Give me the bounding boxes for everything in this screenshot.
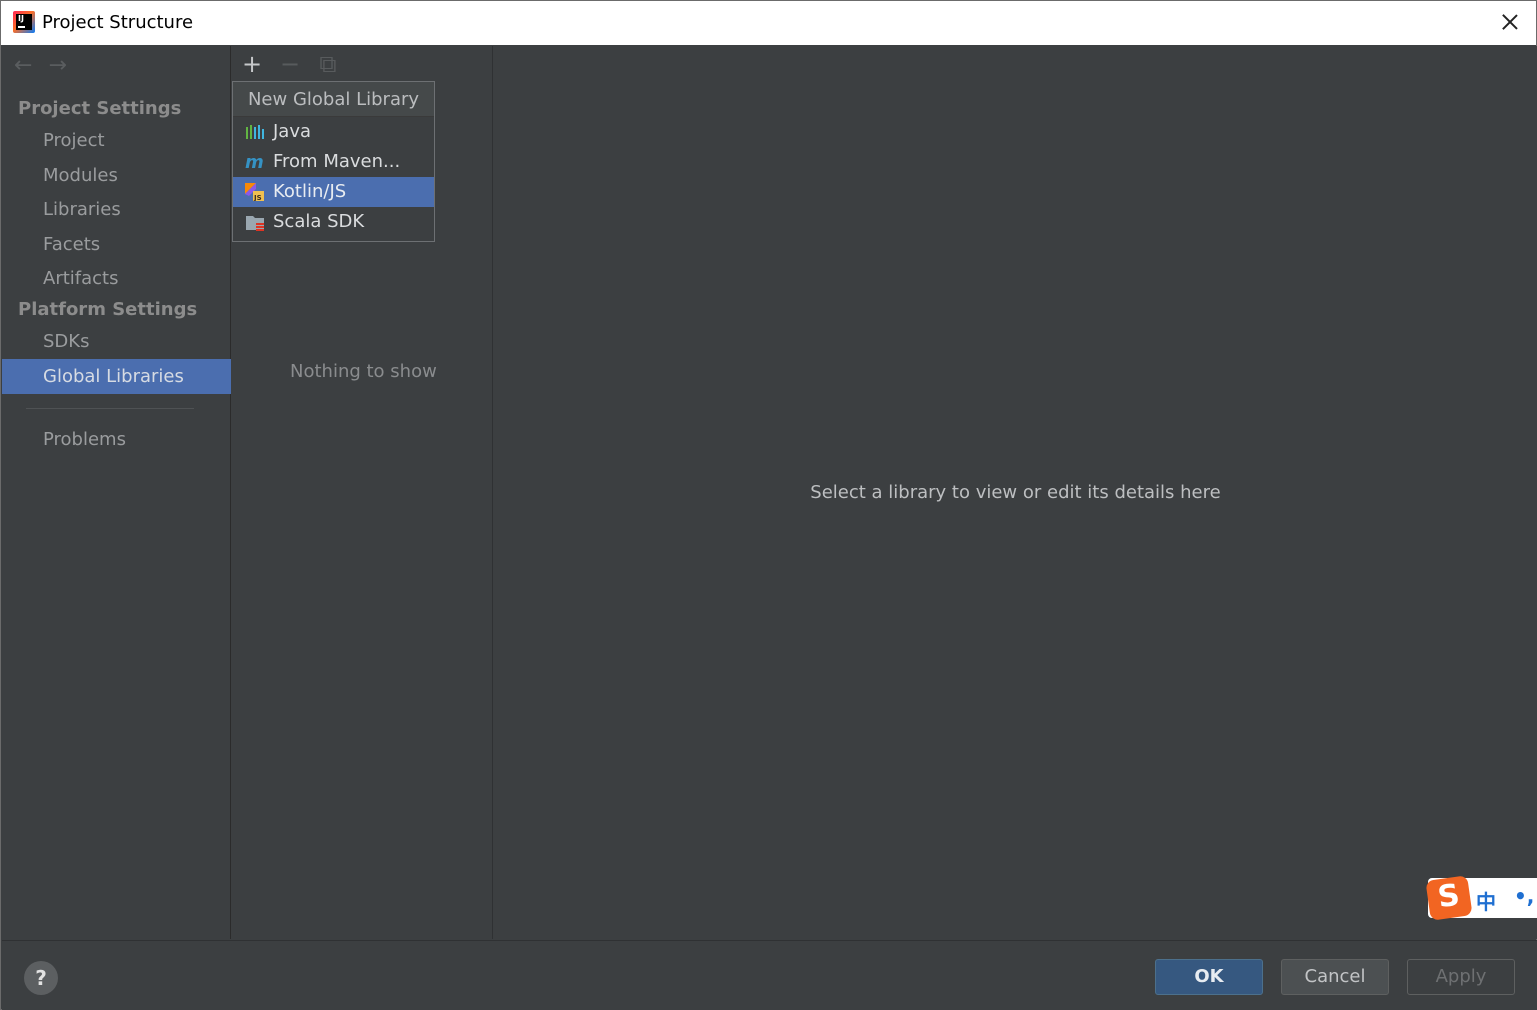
intellij-logo-icon: IJ [13,11,35,33]
project-settings-header: Project Settings [18,98,182,119]
list-toolbar: + − ⧉ [242,52,338,76]
kotlin-js-icon: JS [245,183,264,201]
sogou-logo-icon: S [1425,875,1473,921]
cancel-button[interactable]: Cancel [1281,959,1389,995]
popup-item-label: Kotlin/JS [273,181,347,202]
remove-icon[interactable]: − [280,52,300,76]
ime-mode-indicator[interactable]: 中 [1476,886,1496,915]
dialog-footer: ? OK Cancel Apply [2,940,1537,1010]
svg-text:m: m [245,153,264,171]
sidebar-item-problems[interactable]: Problems [2,422,231,457]
sidebar-item-sdks[interactable]: SDKs [2,324,231,359]
close-icon[interactable] [1498,10,1522,34]
maven-icon: m [245,153,264,171]
nav-arrows: ← → [14,54,67,78]
new-global-library-popup: New Global Library Java m From Maven... [232,81,435,242]
back-arrow-icon[interactable]: ← [14,54,32,78]
settings-sidebar: ← → Project Settings Project Modules Lib… [2,46,231,939]
sidebar-divider [26,408,194,409]
help-icon[interactable]: ? [24,961,58,995]
ime-punctuation-indicator[interactable]: •, [1514,884,1534,908]
scala-sdk-icon [246,216,264,231]
forward-arrow-icon[interactable]: → [48,54,66,78]
popup-item-java[interactable]: Java [233,117,434,147]
sidebar-item-modules[interactable]: Modules [2,158,231,193]
platform-settings-header: Platform Settings [18,299,198,320]
java-library-icon [246,125,264,139]
apply-button[interactable]: Apply [1407,959,1515,995]
sidebar-item-facets[interactable]: Facets [2,227,231,262]
window-title: Project Structure [42,12,194,33]
library-detail-panel: Select a library to view or edit its det… [494,46,1537,939]
popup-item-label: Java [273,121,312,142]
title-bar: IJ Project Structure [1,1,1536,45]
copy-icon[interactable]: ⧉ [318,52,338,76]
empty-list-text: Nothing to show [290,361,437,382]
ok-button[interactable]: OK [1155,959,1263,995]
popup-item-from-maven[interactable]: m From Maven... [233,147,434,177]
sidebar-item-artifacts[interactable]: Artifacts [2,261,231,296]
popup-item-label: From Maven... [273,151,401,172]
popup-item-kotlin-js[interactable]: JS Kotlin/JS [233,177,434,207]
detail-placeholder-text: Select a library to view or edit its det… [810,482,1221,503]
popup-title: New Global Library [233,82,434,117]
project-structure-dialog: IJ Project Structure ← → Project Setting… [0,0,1537,1010]
sidebar-item-global-libraries[interactable]: Global Libraries [2,359,231,394]
popup-item-label: Scala SDK [273,211,365,232]
sidebar-item-libraries[interactable]: Libraries [2,192,231,227]
add-icon[interactable]: + [242,52,262,76]
sidebar-item-project[interactable]: Project [2,123,231,158]
ime-status-widget[interactable]: S 中 •, [1425,875,1537,921]
popup-item-scala-sdk[interactable]: Scala SDK [233,207,434,237]
svg-text:JS: JS [253,194,262,201]
